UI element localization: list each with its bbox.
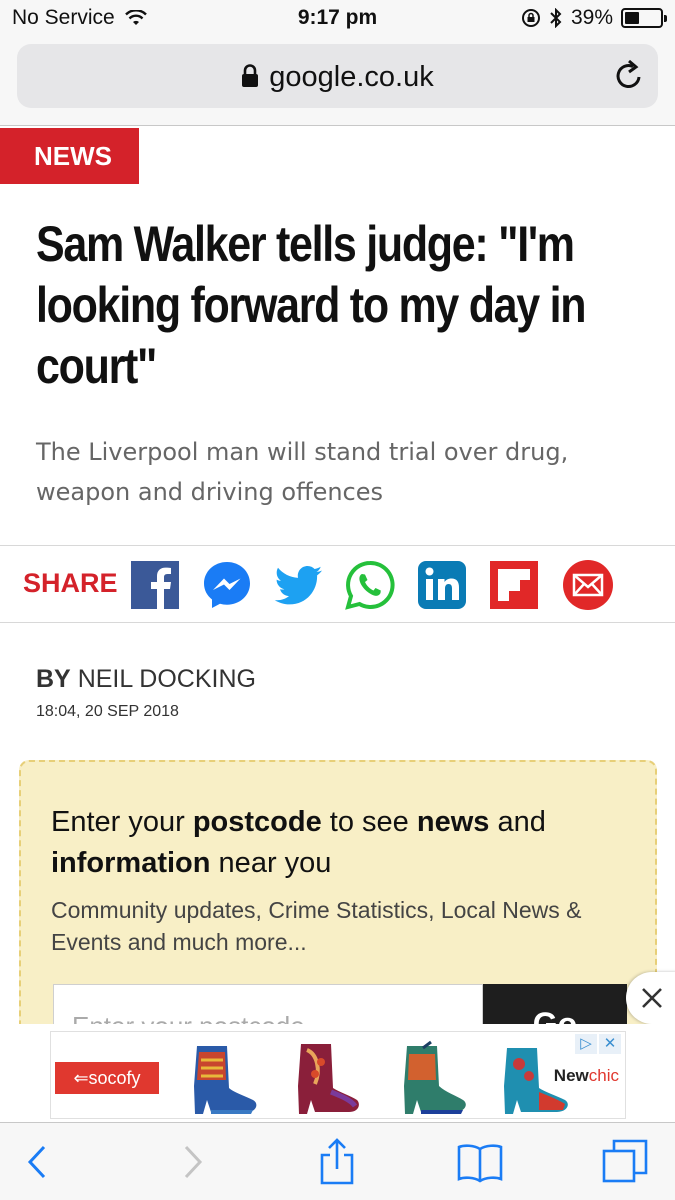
title-part-bold: information xyxy=(51,847,211,879)
address-bar[interactable]: google.co.uk xyxy=(17,44,658,108)
ad-creative[interactable]: ⇐socofy Newchic ▷ ✕ xyxy=(50,1031,626,1119)
section-tag[interactable]: NEWS xyxy=(0,128,139,184)
postcode-widget-subtitle: Community updates, Crime Statistics, Loc… xyxy=(51,897,582,955)
close-icon xyxy=(642,988,662,1008)
share-icon[interactable] xyxy=(312,1137,362,1187)
title-part-bold: news xyxy=(416,806,490,838)
browser-address-area: google.co.uk xyxy=(0,38,675,126)
ad-choices-icon[interactable]: ▷ xyxy=(575,1034,597,1054)
url-domain: google.co.uk xyxy=(269,61,434,93)
ad-brand-right-b: chic xyxy=(588,1066,619,1085)
article-headline: Sam Walker tells judge: "I'm looking for… xyxy=(36,216,587,394)
article-subheadline: The Liverpool man will stand trial over … xyxy=(36,438,569,506)
status-right: 39% xyxy=(521,6,667,30)
share-label: SHARE xyxy=(23,568,118,598)
twitter-icon[interactable] xyxy=(272,559,324,611)
boot-image xyxy=(404,1040,466,1114)
boot-image xyxy=(194,1046,257,1114)
reload-icon[interactable] xyxy=(614,58,644,92)
ad-brand-socofy: ⇐socofy xyxy=(55,1062,159,1094)
messenger-icon[interactable] xyxy=(201,559,253,611)
bluetooth-icon xyxy=(550,8,562,28)
ad-close-button[interactable] xyxy=(626,972,675,1024)
title-part: to see xyxy=(321,806,417,838)
title-part: Enter your xyxy=(51,806,193,838)
byline-prefix: BY xyxy=(36,665,71,693)
flipboard-icon[interactable] xyxy=(488,559,540,611)
tabs-icon[interactable] xyxy=(600,1137,650,1187)
title-part: near you xyxy=(210,847,332,879)
author-name[interactable]: NEIL DOCKING xyxy=(78,665,256,693)
share-bar: SHARE xyxy=(0,545,675,623)
status-bar: No Service 9:17 pm 39% xyxy=(0,0,675,38)
linkedin-icon[interactable] xyxy=(416,559,468,611)
title-part: and xyxy=(489,806,546,838)
title-part-bold: postcode xyxy=(192,806,322,838)
forward-arrow-icon[interactable] xyxy=(166,1137,216,1187)
bookmarks-icon[interactable] xyxy=(455,1137,505,1187)
facebook-icon[interactable] xyxy=(129,559,181,611)
publish-timestamp: 18:04, 20 SEP 2018 xyxy=(36,703,179,720)
battery-percent: 39% xyxy=(570,6,613,29)
rotation-lock-icon xyxy=(521,9,540,27)
postcode-widget-title: Enter your postcode to see news and info… xyxy=(51,802,631,884)
lock-icon xyxy=(242,64,259,87)
back-arrow-icon[interactable] xyxy=(14,1137,64,1187)
byline: BY NEIL DOCKING xyxy=(36,665,256,694)
ad-brand-newchic: Newchic xyxy=(554,1066,619,1086)
browser-toolbar xyxy=(0,1122,675,1200)
whatsapp-icon[interactable] xyxy=(344,559,396,611)
ad-brand-left-text: socofy xyxy=(88,1068,141,1088)
battery-icon xyxy=(621,8,667,28)
url-display[interactable]: google.co.uk xyxy=(17,61,658,94)
email-icon[interactable] xyxy=(562,559,614,611)
boot-image xyxy=(298,1044,359,1114)
ad-choices[interactable]: ▷ ✕ xyxy=(575,1034,621,1054)
ad-banner: ⇐socofy Newchic ▷ ✕ xyxy=(0,1024,675,1122)
postcode-widget: Enter your postcode to see news and info… xyxy=(19,760,657,1060)
ad-brand-right-a: New xyxy=(553,1066,589,1085)
ad-dismiss-icon[interactable]: ✕ xyxy=(599,1034,621,1054)
battery-level xyxy=(625,12,639,24)
